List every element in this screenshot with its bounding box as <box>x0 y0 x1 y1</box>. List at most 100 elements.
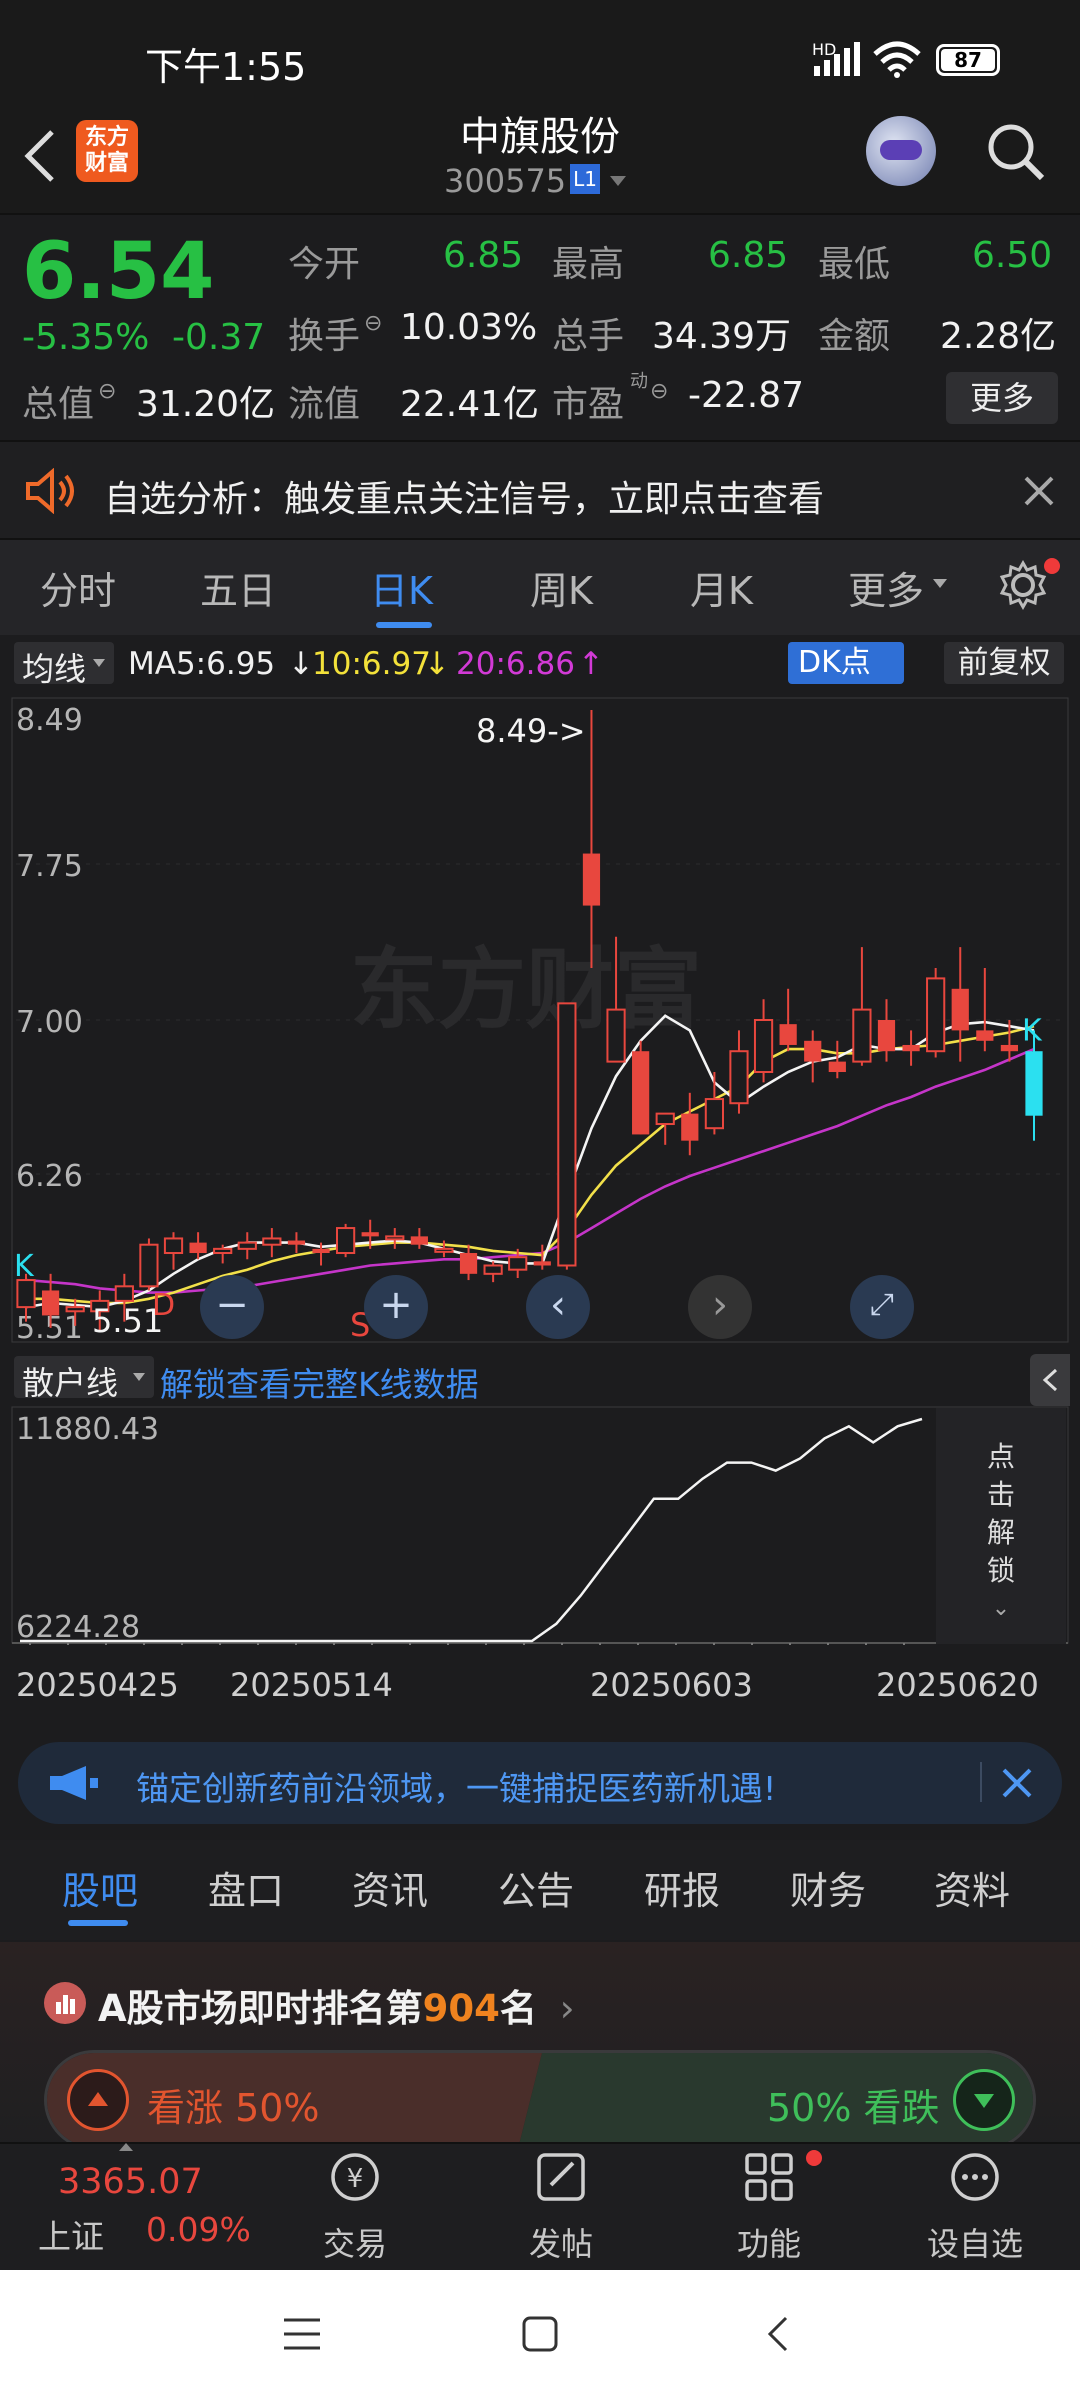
candle <box>139 1238 159 1291</box>
candle <box>385 1228 405 1249</box>
tab-announcements[interactable]: 公告 <box>498 1860 574 1915</box>
search-icon[interactable] <box>984 120 1048 184</box>
collapse-button[interactable] <box>1030 1354 1070 1406</box>
notice-bar[interactable]: 自选分析：触发重点关注信号，立即点击查看 <box>0 440 1080 540</box>
trade-icon: ¥ <box>331 2153 379 2201</box>
robot-assistant-icon[interactable] <box>866 116 936 186</box>
tab-forum[interactable]: 股吧 <box>62 1860 138 1915</box>
zoom-out-button[interactable]: − <box>200 1275 264 1339</box>
expand-icon[interactable]: ⤢ <box>850 1275 914 1339</box>
candle-body <box>336 1227 356 1255</box>
indicator-selector[interactable]: 散户线 <box>14 1356 154 1402</box>
more-button[interactable]: 更多 <box>946 372 1058 424</box>
menu-icon[interactable] <box>282 2316 322 2352</box>
candle-body <box>681 1113 699 1141</box>
x-tick: 20250603 <box>590 1666 753 1704</box>
rank-prefix: A股市场即时排名第 <box>98 1987 423 2030</box>
x-tick: 20250425 <box>16 1666 179 1704</box>
candle-body <box>729 1050 749 1105</box>
candle-body <box>852 1008 872 1063</box>
notice-text: 自选分析：触发重点关注信号，立即点击查看 <box>104 479 825 520</box>
unlock-kline-link[interactable]: 解锁查看完整K线数据 <box>160 1358 479 1406</box>
k-marker: K <box>14 1249 35 1284</box>
next-button[interactable]: › <box>688 1275 752 1339</box>
tab-profile[interactable]: 资料 <box>934 1860 1010 1915</box>
gear-icon[interactable] <box>998 560 1048 610</box>
tab-more[interactable]: 更多 <box>848 560 924 615</box>
amount-value: 2.28亿 <box>940 316 1057 357</box>
market-rank[interactable]: A股市场即时排名第904名 › <box>98 1978 575 2032</box>
candle-body <box>902 1044 920 1052</box>
nav-add-watchlist[interactable]: 设自选 <box>910 2145 1040 2265</box>
sub-y-top: 11880.43 <box>16 1412 159 1447</box>
candle-body <box>410 1236 428 1245</box>
bear-button[interactable] <box>953 2069 1015 2131</box>
level-badge[interactable]: L1 <box>570 164 600 194</box>
volume-value: 34.39万 <box>652 316 792 357</box>
kline-chart[interactable]: 8.497.757.006.265.51东方财富8.49->5.51KKDS <box>0 690 1080 1350</box>
candle <box>779 988 797 1052</box>
promo-banner[interactable]: 锚定创新药前沿领域，一键捕捉医药新机遇! <box>18 1742 1062 1824</box>
close-icon[interactable] <box>1022 474 1056 508</box>
pe-sup: 动 <box>630 371 648 392</box>
bull-label[interactable]: 看涨 50% <box>147 2077 320 2132</box>
tab-intraday[interactable]: 分时 <box>40 560 116 615</box>
prev-button[interactable]: ‹ <box>526 1275 590 1339</box>
promo-text: 锚定创新药前沿领域，一键捕捉医药新机遇! <box>136 1769 777 1808</box>
nav-label: 功能 <box>736 2225 801 2263</box>
tab-finance[interactable]: 财务 <box>790 1860 866 1915</box>
battery-level: 87 <box>941 49 995 71</box>
candle-body <box>213 1247 233 1255</box>
candle-body <box>65 1306 85 1313</box>
candle <box>410 1228 428 1249</box>
nav-trade[interactable]: ¥ 交易 <box>290 2145 420 2265</box>
dk-point-button[interactable]: DK点 <box>788 642 904 684</box>
candle-body <box>779 1024 797 1045</box>
info-icon[interactable]: ⊖ <box>364 311 382 336</box>
chevron-down-icon[interactable] <box>932 578 948 590</box>
float-label: 流值 <box>288 384 361 425</box>
float-value: 22.41亿 <box>400 384 540 425</box>
tab-order-book[interactable]: 盘口 <box>208 1860 284 1915</box>
adjust-button[interactable]: 前复权 <box>944 642 1064 684</box>
k-marker: K <box>1022 1013 1043 1048</box>
chevron-up-icon <box>119 2143 133 2151</box>
retail-line <box>20 1417 923 1643</box>
zoom-in-button[interactable]: + <box>364 1275 428 1339</box>
ma20-line <box>25 1047 1035 1294</box>
info-icon[interactable]: ⊖ <box>650 379 668 404</box>
unlock-side-panel[interactable]: 点 击 解 锁 ⌄ <box>936 1408 1066 1644</box>
index-ticker[interactable]: 3365.07 上证 0.09% <box>0 2142 268 2270</box>
home-icon[interactable] <box>520 2314 560 2354</box>
tab-news[interactable]: 资讯 <box>352 1860 428 1915</box>
status-time: 下午1:55 <box>145 45 307 89</box>
x-tick: 20250514 <box>230 1666 393 1704</box>
info-icon[interactable]: ⊖ <box>98 379 116 404</box>
candle <box>976 967 994 1052</box>
tab-weekly-k[interactable]: 周K <box>530 560 593 615</box>
ma20-arrow: ↑ <box>578 646 604 682</box>
nav-post[interactable]: 发帖 <box>496 2145 626 2265</box>
ma10-value: 10:6.97 <box>312 646 431 682</box>
candle <box>189 1232 207 1260</box>
tab-daily-k[interactable]: 日K <box>370 560 433 615</box>
ma-selector[interactable]: 均线 <box>14 642 114 688</box>
open-value: 6.85 <box>443 235 524 276</box>
y-tick-label: 7.75 <box>16 849 83 884</box>
bear-label[interactable]: 50% 看跌 <box>767 2077 940 2132</box>
candle-body <box>606 1008 626 1063</box>
close-icon[interactable] <box>1000 1766 1034 1800</box>
tab-five-day[interactable]: 五日 <box>200 560 276 615</box>
y-tick-label: 6.26 <box>16 1159 83 1194</box>
vote-bar: 看涨 50% 50% 看跌 <box>44 2050 1036 2150</box>
back-nav-icon[interactable] <box>762 2314 792 2354</box>
bull-button[interactable] <box>67 2069 129 2131</box>
candle-body <box>582 853 601 906</box>
y-tick-label: 8.49 <box>16 703 83 738</box>
high-annotation: 8.49-> <box>476 712 586 750</box>
last-price: 6.54 <box>22 227 215 317</box>
tab-research[interactable]: 研报 <box>644 1860 720 1915</box>
tab-monthly-k[interactable]: 月K <box>690 560 753 615</box>
candle-body <box>163 1237 184 1255</box>
chevron-down-icon[interactable] <box>608 174 628 188</box>
